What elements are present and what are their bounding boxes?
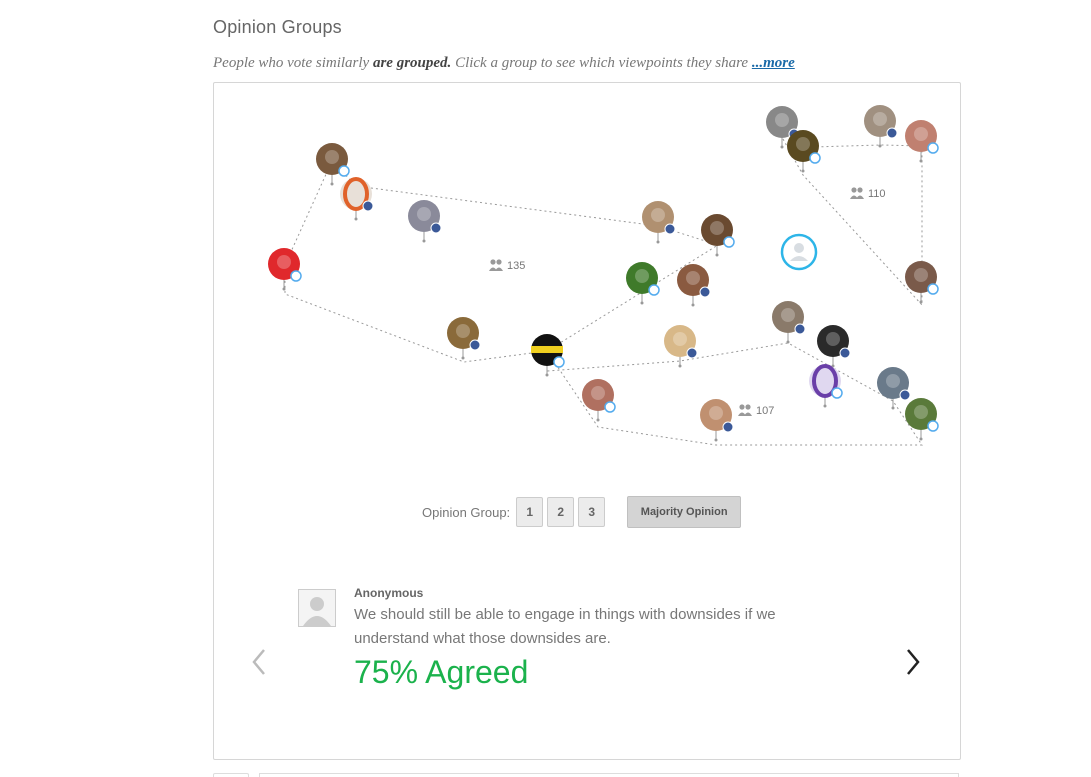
participant-avatar[interactable] — [626, 262, 660, 305]
section-subtitle: People who vote similarly are grouped. C… — [213, 55, 795, 72]
chevron-right-icon — [907, 649, 920, 675]
facebook-icon — [722, 421, 734, 433]
next-section-edge — [213, 772, 959, 777]
group-button-3[interactable]: 3 — [578, 497, 606, 527]
self-avatar[interactable] — [780, 233, 818, 271]
group-hull-2[interactable] — [782, 138, 923, 307]
opinion-groups-panel: 135 110 107 Opinion Group: 1 2 3 Majorit… — [213, 82, 961, 760]
group-count-1[interactable]: 135 — [489, 259, 525, 272]
group-count-label-1: 135 — [507, 260, 525, 272]
twitter-icon — [553, 356, 565, 368]
facebook-icon — [430, 222, 442, 234]
group-count-2[interactable]: 110 — [850, 187, 886, 200]
participant-avatar[interactable] — [268, 248, 302, 291]
participant-avatar[interactable] — [677, 264, 711, 307]
participant-avatar[interactable] — [877, 367, 911, 410]
facebook-icon — [362, 200, 374, 212]
twitter-icon — [809, 152, 821, 164]
facebook-icon — [794, 323, 806, 335]
twitter-icon — [723, 236, 735, 248]
facebook-icon — [469, 339, 481, 351]
next-section-tab — [213, 773, 249, 777]
facebook-icon — [664, 223, 676, 235]
participant-avatar[interactable] — [664, 325, 698, 368]
facebook-icon — [899, 389, 911, 401]
majority-opinion-button[interactable]: Majority Opinion — [627, 496, 742, 528]
comment-text: We should still be able to engage in thi… — [354, 606, 776, 647]
participant-avatar[interactable] — [700, 399, 734, 442]
participant-avatar[interactable] — [642, 201, 676, 244]
people-icon — [738, 404, 752, 416]
subtitle-bold: are grouped. — [372, 55, 452, 71]
participant-avatar[interactable] — [787, 130, 821, 173]
people-icon — [489, 259, 503, 271]
participant-avatar[interactable] — [817, 325, 851, 368]
twitter-icon — [648, 284, 660, 296]
chevron-left-icon — [252, 649, 265, 675]
participant-avatar[interactable] — [340, 177, 374, 221]
participant-avatar[interactable] — [316, 143, 350, 186]
participant-avatar[interactable] — [809, 364, 843, 408]
group-button-1[interactable]: 1 — [516, 497, 544, 527]
next-comment-button[interactable] — [900, 644, 928, 680]
subtitle-prefix: People who vote similarly — [213, 55, 373, 71]
avatar — [298, 589, 336, 627]
facebook-icon — [839, 347, 851, 359]
prev-comment-button[interactable] — [244, 644, 272, 680]
twitter-icon — [831, 387, 843, 399]
twitter-icon — [290, 270, 302, 282]
user-silhouette-icon — [303, 597, 331, 626]
facebook-icon — [686, 347, 698, 359]
group-map[interactable]: 135 110 107 — [214, 83, 960, 483]
twitter-icon — [927, 283, 939, 295]
comment-author: Anonymous — [354, 586, 424, 600]
participant-avatar[interactable] — [905, 261, 939, 304]
agreed-percentage: 75% Agreed — [354, 654, 529, 690]
participant-avatar[interactable] — [447, 317, 481, 360]
participant-avatar[interactable] — [772, 301, 806, 344]
twitter-icon — [927, 142, 939, 154]
facebook-icon — [699, 286, 711, 298]
facebook-icon — [886, 127, 898, 139]
participant-avatar[interactable] — [905, 120, 939, 163]
more-link[interactable]: ...more — [752, 55, 795, 71]
twitter-icon — [927, 420, 939, 432]
group-count-label-3: 107 — [756, 405, 774, 417]
participant-avatar[interactable] — [408, 200, 442, 243]
group-count-label-2: 110 — [868, 188, 886, 200]
twitter-icon — [338, 165, 350, 177]
twitter-icon — [604, 401, 616, 413]
participant-avatar[interactable] — [582, 379, 616, 422]
subtitle-rest: Click a group to see which viewpoints th… — [451, 55, 752, 71]
people-icon — [850, 187, 864, 199]
group-button-2[interactable]: 2 — [547, 497, 575, 527]
participant-avatar[interactable] — [701, 214, 735, 257]
participant-avatar[interactable] — [864, 105, 898, 148]
section-title: Opinion Groups — [213, 17, 342, 37]
group-selector: Opinion Group: 1 2 3 Majority Opinion — [422, 496, 742, 528]
next-section-box — [259, 773, 959, 777]
group-count-3[interactable]: 107 — [738, 404, 774, 417]
participant-avatar[interactable] — [905, 398, 939, 441]
group-selector-label: Opinion Group: — [422, 504, 511, 520]
